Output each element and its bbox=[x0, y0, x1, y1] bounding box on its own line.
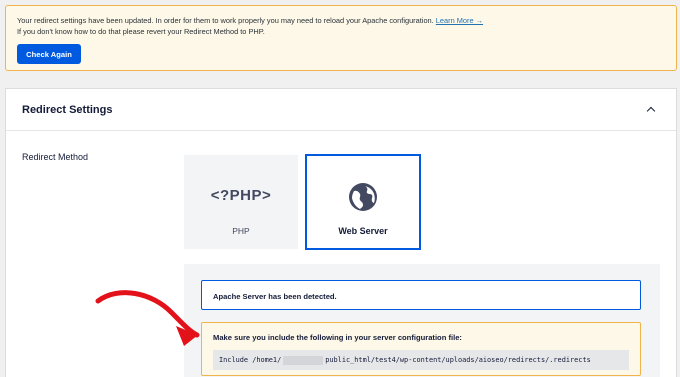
check-again-button[interactable]: Check Again bbox=[17, 44, 81, 64]
learn-more-link[interactable]: Learn More → bbox=[436, 16, 483, 25]
card-title: Redirect Settings bbox=[22, 103, 113, 116]
method-option-php[interactable]: <?PHP> PHP bbox=[184, 155, 298, 249]
card-header[interactable]: Redirect Settings bbox=[6, 89, 676, 131]
method-option-web-server-label: Web Server bbox=[338, 226, 388, 236]
include-code-block[interactable]: Include /home1/ public_html/test4/wp-con… bbox=[213, 350, 629, 370]
apache-detected-alert: Apache Server has been detected. bbox=[201, 280, 641, 310]
redirect-settings-card: Redirect Settings Redirect Method <?PHP>… bbox=[5, 88, 677, 377]
warning-notice: Your redirect settings have been updated… bbox=[5, 5, 677, 71]
globe-icon bbox=[349, 183, 377, 211]
redacted-username bbox=[283, 355, 324, 365]
method-option-web-server[interactable]: Web Server bbox=[306, 155, 420, 249]
redirect-method-label: Redirect Method bbox=[22, 152, 89, 162]
method-option-php-label: PHP bbox=[232, 226, 250, 236]
notice-line-2: If you don't know how to do that please … bbox=[17, 27, 265, 36]
apache-config-panel: Apache Server has been detected. Make su… bbox=[184, 264, 660, 377]
notice-text: Your redirect settings have been updated… bbox=[17, 16, 434, 25]
code-suffix: public_html/test4/wp-content/uploads/aio… bbox=[325, 356, 591, 364]
include-config-title: Make sure you include the following in y… bbox=[213, 333, 462, 342]
chevron-up-icon[interactable] bbox=[646, 106, 656, 116]
code-prefix: Include /home1/ bbox=[219, 356, 282, 364]
php-logo-icon: <?PHP> bbox=[210, 187, 272, 204]
notice-line-1: Your redirect settings have been updated… bbox=[17, 15, 676, 26]
include-config-alert: Make sure you include the following in y… bbox=[201, 322, 641, 376]
